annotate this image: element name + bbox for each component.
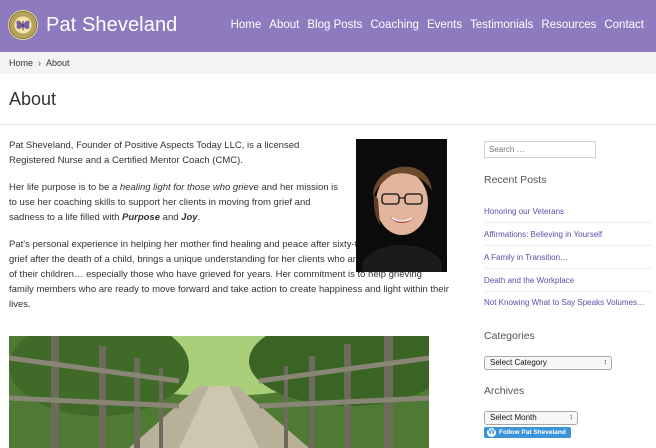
categories-title: Categories [484,330,535,342]
recent-post-link[interactable]: A Family in Transition… [484,253,568,263]
main-nav: Home About Blog Posts Coaching Events Te… [223,18,644,32]
archives-select-value: Select Month [490,413,537,422]
chevron-updown-icon: ↕ [569,414,574,421]
bridge-photo [9,336,429,448]
breadcrumb-separator-icon: › [38,58,42,68]
nav-testimonials[interactable]: Testimonials [470,18,533,32]
post-divider [484,222,652,223]
post-divider [484,291,652,292]
wordpress-icon: W [487,428,496,437]
post-divider [484,245,652,246]
recent-post-link[interactable]: Honoring our Veterans [484,207,564,217]
categories-select[interactable]: Select Category ↕ [484,356,612,370]
nav-about[interactable]: About [269,18,299,32]
archives-select[interactable]: Select Month ↕ [484,411,578,425]
breadcrumb-home[interactable]: Home [9,57,33,69]
follow-button-label: Follow Pat Sheveland [499,429,566,436]
recent-posts-title: Recent Posts [484,174,547,186]
categories-select-value: Select Category [490,358,547,367]
nav-home[interactable]: Home [231,18,262,32]
post-divider [484,268,652,269]
breadcrumb-bar: Home › About [0,52,656,74]
intro-paragraph: Pat Sheveland, Founder of Positive Aspec… [9,140,300,166]
breadcrumb: Home › About [9,57,70,69]
site-title[interactable]: Pat Sheveland [46,12,177,38]
recent-post-link[interactable]: Death and the Workplace [484,276,574,286]
title-divider [0,124,656,125]
page-title: About [9,89,57,109]
nav-coaching[interactable]: Coaching [370,18,419,32]
breadcrumb-current: About [46,58,70,68]
recent-post-link[interactable]: Affirmations: Believing in Yourself [484,230,602,240]
nav-blog-posts[interactable]: Blog Posts [307,18,362,32]
follow-button[interactable]: W Follow Pat Sheveland [484,427,571,438]
nav-resources[interactable]: Resources [541,18,596,32]
nav-events[interactable]: Events [427,18,462,32]
search-input[interactable] [484,141,596,158]
recent-post-link[interactable]: Not Knowing What to Say Speaks Volumes… [484,298,645,308]
portrait-photo [356,139,447,272]
purpose-paragraph: Her life purpose is to be a healing ligh… [9,182,339,223]
archives-title: Archives [484,385,525,397]
butterfly-logo-icon[interactable] [8,10,38,40]
nav-contact[interactable]: Contact [604,18,644,32]
chevron-updown-icon: ↕ [603,359,608,366]
site-header: Pat Sheveland Home About Blog Posts Coac… [0,0,656,52]
